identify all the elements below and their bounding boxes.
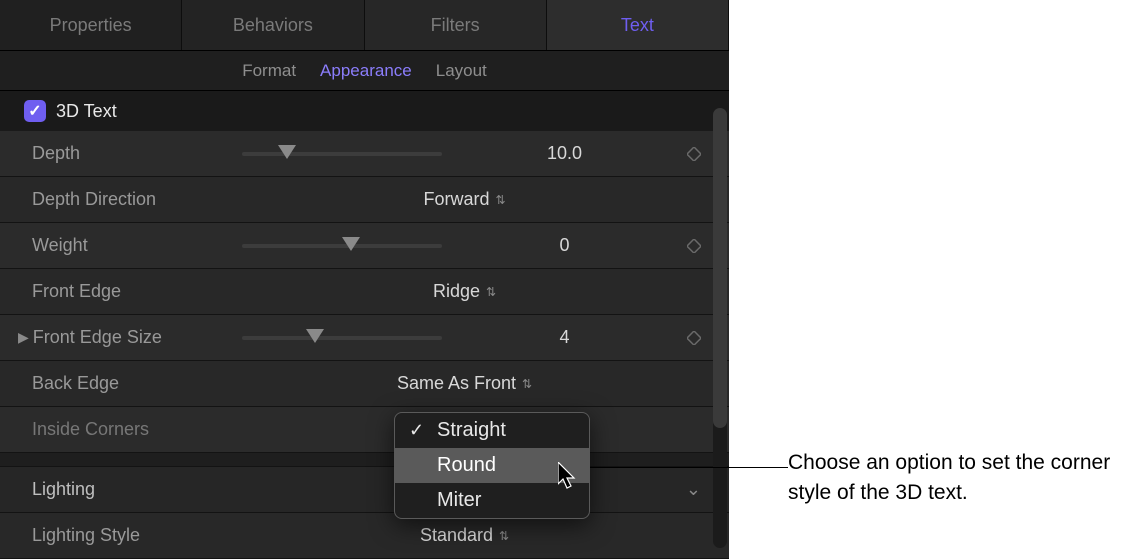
row-weight: Weight 0 <box>0 223 729 269</box>
dropdown-front-edge[interactable]: Ridge ⇅ <box>242 281 687 302</box>
row-label: Weight <box>32 235 242 256</box>
subtab-format[interactable]: Format <box>242 61 296 81</box>
separator <box>0 453 729 467</box>
row-label: Depth Direction <box>32 189 242 210</box>
parameter-list: Depth 10.0 Depth Direction Forward ⇅ Wei… <box>0 131 729 559</box>
checkbox-3d-text[interactable]: ✓ <box>24 100 46 122</box>
row-label: Lighting Style <box>32 525 242 546</box>
row-label: Inside Corners <box>32 419 242 440</box>
chevron-down-icon: ⌄ <box>686 479 701 500</box>
section-lighting[interactable]: Lighting ⌄ <box>0 467 729 513</box>
sub-tab-bar: Format Appearance Layout <box>0 51 729 91</box>
slider-thumb-icon[interactable] <box>306 329 324 343</box>
menu-item-miter[interactable]: Miter <box>395 483 589 518</box>
updown-caret-icon: ⇅ <box>486 285 496 299</box>
section-label: 3D Text <box>56 101 117 122</box>
row-back-edge: Back Edge Same As Front ⇅ <box>0 361 729 407</box>
inside-corners-menu: ✓ Straight Round Miter <box>394 412 590 519</box>
keyframe-diamond-icon[interactable] <box>687 147 701 161</box>
updown-caret-icon: ⇅ <box>522 377 532 391</box>
row-depth-direction: Depth Direction Forward ⇅ <box>0 177 729 223</box>
value-weight[interactable]: 0 <box>442 235 687 256</box>
row-label: ▶ Front Edge Size <box>32 327 242 348</box>
tab-filters[interactable]: Filters <box>365 0 547 50</box>
keyframe-diamond-icon[interactable] <box>687 331 701 345</box>
row-label: Back Edge <box>32 373 242 394</box>
vertical-scrollbar[interactable] <box>713 108 727 548</box>
inspector-panel: Properties Behaviors Filters Text Format… <box>0 0 729 559</box>
row-front-edge: Front Edge Ridge ⇅ <box>0 269 729 315</box>
top-tab-bar: Properties Behaviors Filters Text <box>0 0 729 51</box>
row-label: Front Edge <box>32 281 242 302</box>
section-3d-text: ✓ 3D Text <box>0 91 729 131</box>
tab-behaviors[interactable]: Behaviors <box>182 0 364 50</box>
updown-caret-icon: ⇅ <box>495 193 505 207</box>
scrollbar-thumb[interactable] <box>713 108 727 428</box>
value-depth[interactable]: 10.0 <box>442 143 687 164</box>
row-inside-corners: Inside Corners <box>0 407 729 453</box>
subtab-appearance[interactable]: Appearance <box>320 61 412 81</box>
dropdown-back-edge[interactable]: Same As Front ⇅ <box>242 373 687 394</box>
annotation-leader-line <box>578 467 788 468</box>
slider-weight[interactable] <box>242 244 442 248</box>
row-label: Depth <box>32 143 242 164</box>
tab-text[interactable]: Text <box>547 0 729 50</box>
slider-front-edge-size[interactable] <box>242 336 442 340</box>
tab-properties[interactable]: Properties <box>0 0 182 50</box>
row-lighting-style: Lighting Style Standard ⇅ <box>0 513 729 559</box>
menu-item-round[interactable]: Round <box>395 448 589 483</box>
disclosure-triangle-icon[interactable]: ▶ <box>18 329 29 346</box>
value-front-edge-size[interactable]: 4 <box>442 327 687 348</box>
check-icon: ✓ <box>28 101 41 121</box>
menu-item-straight[interactable]: ✓ Straight <box>395 413 589 448</box>
updown-caret-icon: ⇅ <box>499 529 509 543</box>
subtab-layout[interactable]: Layout <box>436 61 487 81</box>
annotation-text: Choose an option to set the corner style… <box>788 448 1128 509</box>
slider-thumb-icon[interactable] <box>342 237 360 251</box>
dropdown-depth-direction[interactable]: Forward ⇅ <box>242 189 687 210</box>
dropdown-lighting-style[interactable]: Standard ⇅ <box>242 525 687 546</box>
check-icon: ✓ <box>409 420 427 441</box>
slider-depth[interactable] <box>242 152 442 156</box>
slider-thumb-icon[interactable] <box>278 145 296 159</box>
row-depth: Depth 10.0 <box>0 131 729 177</box>
keyframe-diamond-icon[interactable] <box>687 239 701 253</box>
row-front-edge-size: ▶ Front Edge Size 4 <box>0 315 729 361</box>
